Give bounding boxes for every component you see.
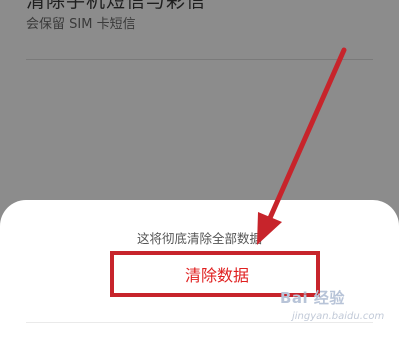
- annotation-arrow-icon: [257, 47, 347, 245]
